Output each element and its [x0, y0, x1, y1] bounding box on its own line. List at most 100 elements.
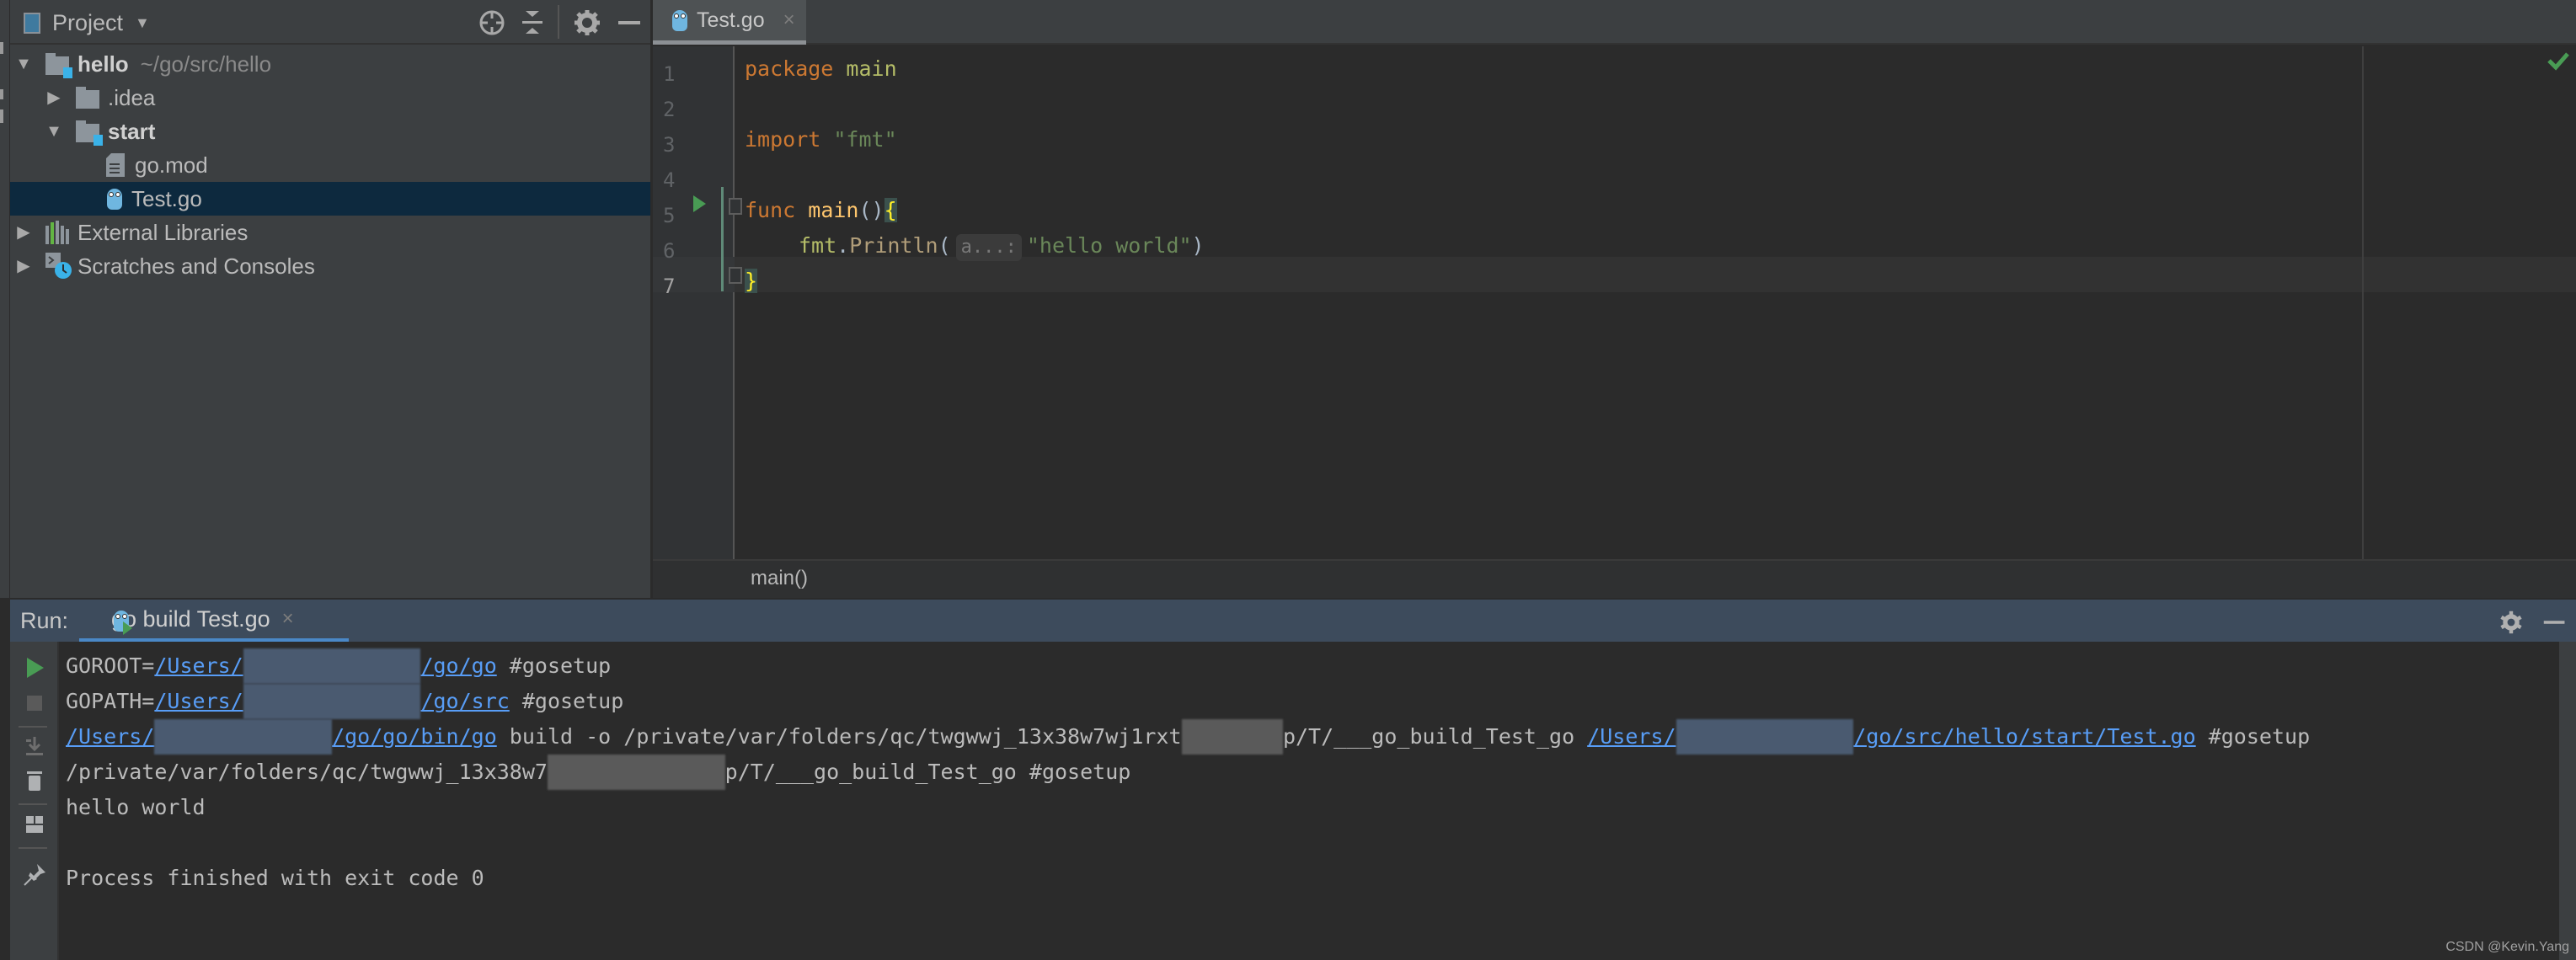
redacted-text: xxxxxxxx — [1181, 719, 1283, 755]
project-panel-header: Project ▼ — [10, 0, 650, 45]
chevron-down-icon: ▼ — [135, 13, 150, 31]
header-separator — [558, 5, 559, 39]
watermark: CSDN @Kevin.Yang — [2445, 940, 2569, 954]
layout-icon[interactable] — [22, 812, 47, 837]
pin-icon[interactable] — [22, 862, 47, 888]
code-line-7: } — [745, 269, 758, 293]
rerun-icon[interactable] — [22, 655, 47, 680]
breadcrumb-main[interactable]: main() — [751, 567, 808, 590]
folder-icon — [76, 87, 101, 109]
redacted-text: xxxxxxxxxxxxxx — [1675, 719, 1854, 755]
redacted-text: xxxxxxxxxxxxxx — [547, 755, 725, 790]
project-icon — [24, 12, 40, 34]
tree-item-label: hello — [77, 51, 129, 77]
tool-window-marker[interactable] — [0, 109, 3, 123]
line-number: 7 — [663, 275, 676, 298]
minimize-icon[interactable] — [2542, 610, 2568, 635]
fold-marker-icon[interactable] — [729, 198, 742, 215]
line-number: 6 — [663, 239, 676, 263]
tree-item-test-go[interactable]: Test.go — [10, 182, 650, 216]
code-content: package main import "fmt" func main(){ f… — [745, 46, 1205, 293]
line-number: 5 — [663, 204, 676, 227]
line-number: 3 — [663, 133, 676, 157]
editor-gutter — [653, 46, 735, 559]
toolbar-separator — [19, 803, 47, 805]
project-view-selector[interactable]: Project ▼ — [24, 8, 150, 37]
module-folder-icon — [76, 120, 103, 146]
libraries-icon — [45, 221, 69, 244]
expand-arrow-icon[interactable]: ▼ — [45, 123, 62, 140]
tree-item-start[interactable]: ▼ start — [10, 115, 650, 148]
run-panel-label: Run: — [20, 608, 69, 633]
code-line-3: import "fmt" — [745, 127, 897, 152]
vcs-change-marker[interactable] — [721, 187, 724, 291]
expand-arrow-icon[interactable]: ▼ — [15, 56, 32, 72]
console-line: GOROOT=/Users/xxxxxxxxxxxxxx/go/go #gose… — [66, 648, 611, 684]
tree-item-path: ~/go/src/hello — [140, 51, 272, 77]
close-icon[interactable]: × — [783, 8, 795, 32]
code-line-6: fmt.Println(a...: "hello world") — [799, 228, 1205, 264]
run-badge-icon — [123, 621, 132, 635]
toolbar-separator — [19, 726, 47, 728]
go-file-icon — [106, 187, 123, 211]
tree-item-go-mod[interactable]: go.mod — [10, 148, 650, 182]
stop-icon[interactable] — [22, 691, 47, 716]
left-tool-stripe — [0, 0, 10, 598]
line-number: 4 — [663, 168, 676, 192]
code-line-5: func main(){ — [745, 198, 897, 222]
parameter-hint: a...: — [955, 234, 1022, 261]
minimize-icon[interactable] — [615, 8, 644, 37]
editor-tab-label: Test.go — [697, 8, 765, 32]
editor-breadcrumbs: main() — [653, 559, 2576, 598]
code-editor[interactable]: 1 2 3 4 5 6 7 package main import "fmt" … — [653, 46, 2576, 559]
gear-icon[interactable] — [573, 8, 601, 37]
scroll-to-end-icon[interactable] — [22, 734, 47, 760]
project-panel-title: Project — [52, 9, 124, 35]
trash-icon[interactable] — [22, 768, 47, 793]
toolbar-separator — [19, 847, 47, 849]
expand-arrow-icon[interactable]: ▶ — [15, 224, 32, 241]
inspection-ok-check-icon[interactable] — [2546, 48, 2571, 73]
code-line-1: package main — [745, 56, 897, 81]
run-gutter-icon[interactable] — [693, 195, 706, 212]
editor-tab-bar: Test.go × — [653, 0, 2576, 45]
run-tab-go-build[interactable]: go build Test.go × — [79, 600, 349, 643]
tree-item-label: External Libraries — [77, 219, 249, 245]
console-line: /private/var/folders/qc/twgwwj_13x38w7xx… — [66, 755, 1130, 790]
scratches-icon — [45, 253, 72, 279]
tree-item-external-libraries[interactable]: ▶ External Libraries — [10, 216, 650, 249]
redacted-text: xxxxxxxxxxxxxx — [243, 684, 421, 719]
console-scrollbar[interactable] — [2559, 642, 2576, 960]
gear-icon[interactable] — [2499, 610, 2524, 635]
expand-arrow-icon[interactable]: ▶ — [45, 89, 62, 106]
close-icon[interactable]: × — [282, 607, 294, 631]
run-tab-label: go build Test.go — [111, 605, 270, 632]
tree-item-idea[interactable]: ▶ .idea — [10, 81, 650, 115]
collapse-all-icon[interactable] — [518, 8, 547, 37]
tool-window-marker[interactable] — [0, 89, 3, 99]
console-line: Process finished with exit code 0 — [66, 866, 484, 890]
module-folder-icon — [45, 53, 72, 78]
console-link[interactable]: /Users/xxxxxxxxxxxxxx/go/go/bin/go — [66, 719, 497, 755]
expand-arrow-icon[interactable]: ▶ — [15, 258, 32, 275]
locate-icon[interactable] — [478, 8, 506, 37]
tree-item-label: Scratches and Consoles — [77, 253, 315, 279]
tree-item-label: go.mod — [135, 152, 208, 178]
run-panel-header: Run: go build Test.go × — [10, 598, 2576, 643]
project-tree: ▼ hello ~/go/src/hello ▶ .idea ▼ start g… — [10, 47, 650, 283]
right-margin-guide — [2362, 46, 2364, 559]
console-link[interactable]: /Users/xxxxxxxxxxxxxx/go/src/hello/start… — [1587, 719, 2196, 755]
go-file-icon — [671, 8, 688, 32]
console-link[interactable]: /Users/xxxxxxxxxxxxxx/go/go — [154, 648, 497, 684]
tree-item-scratches[interactable]: ▶ Scratches and Consoles — [10, 249, 650, 283]
run-console-output[interactable]: GOROOT=/Users/xxxxxxxxxxxxxx/go/go #gose… — [61, 642, 2559, 960]
tree-item-label: start — [108, 118, 156, 144]
fold-marker-icon[interactable] — [729, 267, 742, 284]
console-link[interactable]: /Users/xxxxxxxxxxxxxx/go/src — [154, 684, 510, 719]
editor-tab-test-go[interactable]: Test.go × — [653, 0, 806, 45]
project-panel: Project ▼ ▼ hello ~/go/src/hello ▶ .idea… — [10, 0, 650, 598]
console-line: hello world — [66, 795, 206, 819]
tool-window-marker[interactable] — [0, 42, 3, 54]
line-number: 2 — [663, 98, 676, 121]
tree-item-hello[interactable]: ▼ hello ~/go/src/hello — [10, 47, 650, 81]
